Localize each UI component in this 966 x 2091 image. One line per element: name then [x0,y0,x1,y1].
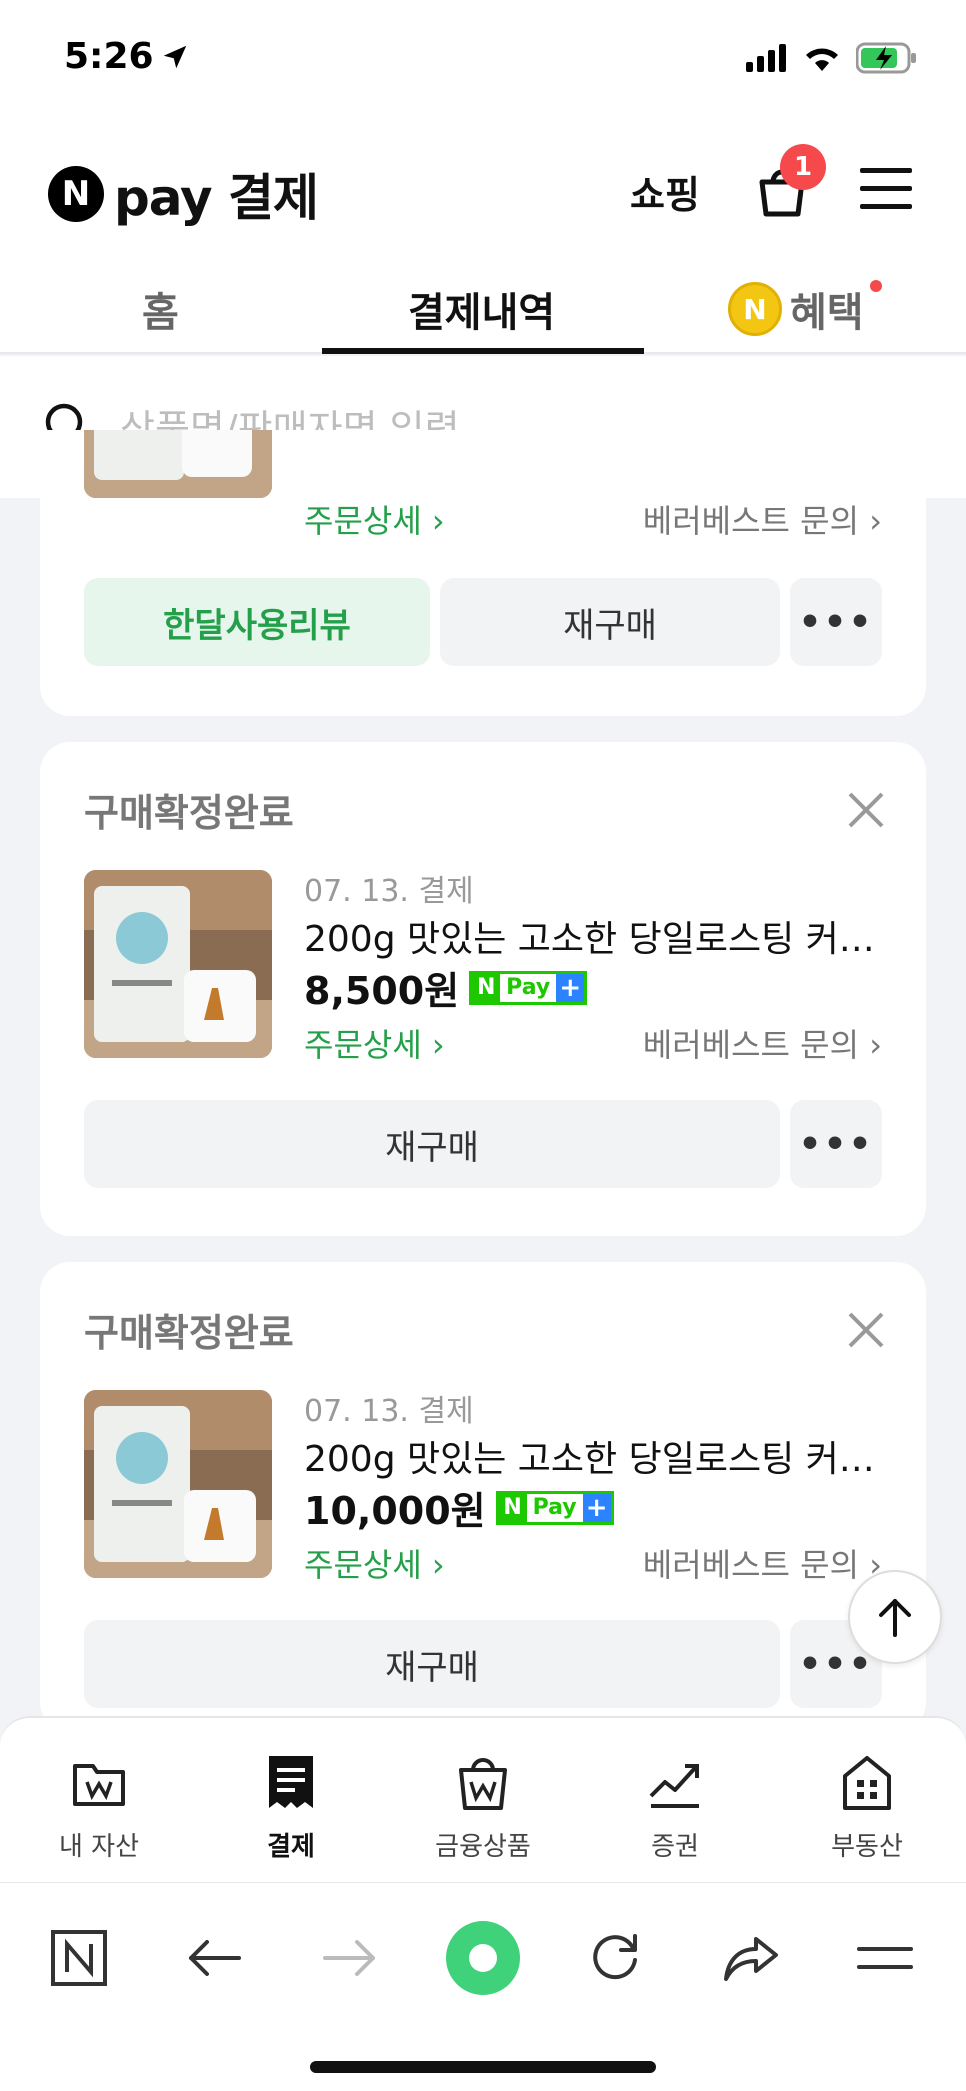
chart-up-icon [649,1764,699,1808]
notification-dot [870,280,882,292]
monthly-review-button[interactable]: 한달사용리뷰 [84,578,430,666]
order-card-partial: 주문상세 › 베러베스트 문의 › 한달사용리뷰 재구매 ••• [40,430,926,716]
tab-benefits[interactable]: N 혜택 [728,280,864,338]
receipt-icon [269,1756,313,1808]
order-detail-link[interactable]: 주문상세 › [304,496,445,542]
order-detail-link[interactable]: 주문상세 › [304,1020,445,1066]
payment-date: 07. 13. 결제 [304,874,474,909]
browser-menu-button[interactable] [850,1923,920,1993]
logo-n-mark: N [48,166,104,222]
more-options-button[interactable]: ••• [790,578,882,666]
home-indicator [310,2061,656,2073]
active-tab-indicator [322,348,644,354]
npay-badge-text: Pay [532,1495,577,1520]
order-status: 구매확정완료 [84,791,294,835]
product-name[interactable]: 200g 맛있는 고소한 당일로스팅 커피 ... [304,910,884,962]
tab-benefits-label: 혜택 [790,290,864,336]
shopping-link[interactable]: 쇼핑 [630,164,700,219]
product-thumbnail[interactable] [84,430,272,498]
logo-text: pay 결제 [114,169,319,227]
status-bar: 5:26 [0,0,966,118]
product-thumbnail[interactable] [84,870,272,1058]
npay-badge-n: N [498,1493,527,1522]
seller-inquiry-link[interactable]: 베러베스트 문의 › [643,496,882,542]
npay-plus-badge: N Pay + [495,1490,614,1525]
coffee-product-image [84,430,272,498]
order-detail-link[interactable]: 주문상세 › [304,1540,445,1586]
product-price-row: 10,000원 N Pay + [304,1480,614,1535]
product-thumbnail[interactable] [84,1390,272,1578]
tab-payment-history[interactable]: 결제내역 [408,280,555,338]
status-indicators [746,42,918,74]
browser-toolbar [0,1882,966,2091]
rebuy-button[interactable]: 재구매 [440,578,780,666]
double-line-menu-icon [857,1947,913,1969]
app-header: N pay 결제 쇼핑 1 [0,118,966,258]
order-card: 구매확정완료 07. 13. 결제 200g 맛있는 고소한 당일로스팅 커피 … [40,742,926,1236]
arrow-up-icon [879,1599,911,1637]
npay-plus-badge: N Pay + [469,970,588,1005]
seller-inquiry-link[interactable]: 베러베스트 문의 › [643,1540,882,1586]
forward-button[interactable] [314,1923,384,1993]
rebuy-button[interactable]: 재구매 [84,1100,780,1188]
payment-date: 07. 13. 결제 [304,1394,474,1429]
npay-badge-plus: + [582,1493,611,1523]
npay-badge-n: N [472,973,501,1002]
shopping-bag-won-icon [459,1758,507,1810]
order-status: 구매확정완료 [84,1311,294,1355]
green-dot-icon [469,1944,497,1972]
wifi-icon [806,48,838,71]
nav-financial-products[interactable]: 금융상품 [408,1752,558,1863]
seller-inquiry-link[interactable]: 베러베스트 문의 › [643,1020,882,1066]
nav-label: 내 자산 [58,1832,140,1862]
rebuy-button[interactable]: 재구매 [84,1620,780,1708]
nav-my-assets[interactable]: 내 자산 [24,1752,174,1863]
cart-count-badge: 1 [780,144,826,190]
green-dot-button[interactable] [446,1921,520,1995]
nav-securities[interactable]: 증권 [600,1752,750,1863]
close-icon[interactable] [846,790,886,830]
product-price: 10,000원 [304,1489,486,1533]
npay-coin-icon: N [728,282,782,336]
arrow-left-icon [189,1940,241,1976]
more-options-button[interactable]: ••• [790,1100,882,1188]
npay-logo[interactable]: N pay 결제 [48,158,319,230]
bottom-navigation: 내 자산 결제 금융상품 증권 부동산 [0,1716,966,1882]
nav-real-estate[interactable]: 부동산 [792,1752,942,1863]
npay-badge-plus: + [556,973,585,1003]
coffee-product-image [84,1390,272,1578]
naver-home-button[interactable] [44,1923,114,1993]
nav-label: 결제 [267,1832,315,1862]
npay-badge-text: Pay [506,975,551,1000]
product-name[interactable]: 200g 맛있는 고소한 당일로스팅 커피 ... [304,1430,884,1482]
refresh-icon [593,1934,637,1980]
status-time: 5:26 [64,36,154,77]
nav-label: 증권 [651,1832,699,1862]
scroll-to-top-button[interactable] [848,1570,942,1664]
nav-label: 금융상품 [435,1832,531,1862]
product-price-row: 8,500원 N Pay + [304,960,588,1015]
battery-charging-icon [856,42,916,74]
coffee-product-image [84,870,272,1058]
share-arrow-icon [724,1937,778,1981]
arrow-right-icon [323,1940,375,1976]
naver-n-icon [51,1930,107,1986]
nav-label: 부동산 [831,1832,903,1862]
share-button[interactable] [716,1923,786,1993]
nav-payment[interactable]: 결제 [216,1752,366,1863]
refresh-button[interactable] [580,1923,650,1993]
order-card: 구매확정완료 07. 13. 결제 200g 맛있는 고소한 당일로스팅 커피 … [40,1262,926,1732]
wallet-icon [73,1764,125,1806]
hamburger-menu-icon[interactable] [860,166,912,212]
back-button[interactable] [180,1923,250,1993]
close-icon[interactable] [846,1310,886,1350]
tab-home[interactable]: 홈 [142,280,179,338]
product-price: 8,500원 [304,969,460,1013]
cellular-signal-icon [746,44,786,72]
location-arrow-icon [163,45,187,69]
tab-bar: 홈 결제내역 N 혜택 [0,258,966,354]
building-icon [843,1756,891,1810]
